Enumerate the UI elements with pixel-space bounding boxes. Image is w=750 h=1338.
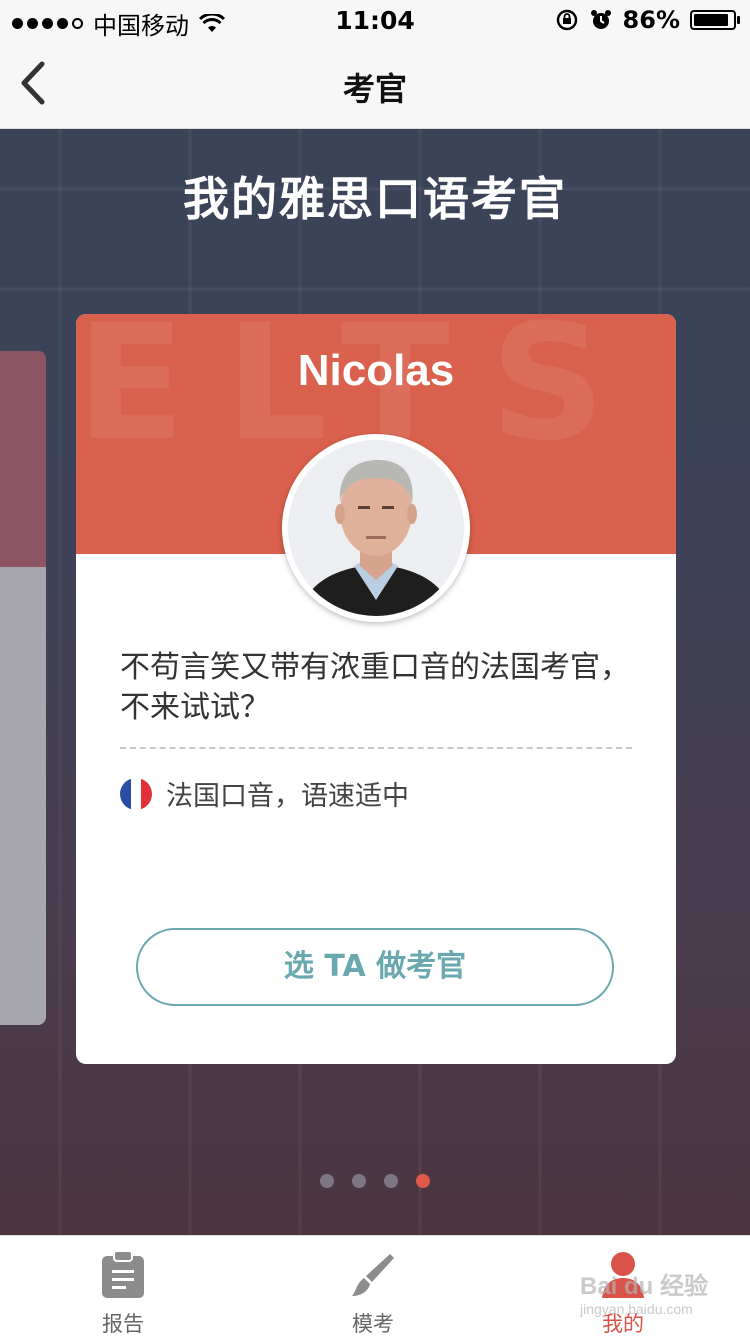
accent-info: 法国口音，语速适中 (120, 774, 409, 813)
navigation-bar: 考官 (0, 40, 750, 129)
previous-examiner-card[interactable] (0, 351, 46, 1025)
clipboard-icon (102, 1250, 144, 1298)
examiner-card: ELTS Nicolas 不苟言笑又带有浓重口音的法国考官，不来试试？ 法国口音… (76, 314, 676, 1064)
page-dot[interactable] (352, 1174, 366, 1188)
france-flag-icon (120, 777, 152, 810)
alarm-icon (590, 10, 611, 29)
examiner-name: Nicolas (297, 346, 455, 395)
examiner-photo (288, 440, 464, 616)
page-indicator (0, 1174, 750, 1188)
select-examiner-button[interactable]: 选 TA 做考官 (136, 928, 614, 1006)
examiner-description: 不苟言笑又带有浓重口音的法国考官，不来试试？ (120, 650, 630, 725)
tab-mock-exam[interactable]: 模考 (298, 1250, 448, 1338)
page-heading: 我的雅思口语考官 (183, 172, 567, 226)
page-dot-active[interactable] (416, 1174, 430, 1188)
status-bar: 中国移动 11:04 86% (0, 0, 750, 40)
rotation-lock-icon (556, 9, 577, 31)
watermark-brand: Bai du 经验 (579, 1273, 708, 1300)
nav-title: 考官 (342, 70, 407, 108)
watermark: Bai du 经验 jingyan.baidu.com (580, 1266, 708, 1317)
brush-icon (352, 1254, 394, 1296)
watermark-url: jingyan.baidu.com (579, 1301, 693, 1317)
status-right-group: 86% (555, 6, 740, 34)
battery-icon (690, 10, 740, 30)
accent-text: 法国口音，语速适中 (166, 781, 409, 812)
page-dot[interactable] (384, 1174, 398, 1188)
dashed-divider (120, 747, 632, 749)
tab-report[interactable]: 报告 (48, 1250, 198, 1338)
examiner-carousel-area: 我的雅思口语考官 ELTS Nicolas 不苟言笑又带有浓重口音的法国考官，不… (0, 129, 750, 1235)
tab-bar: 报告 模考 我的 Bai du 经验 jingyan.baidu.com (0, 1235, 750, 1338)
battery-percent: 86% (622, 6, 680, 34)
page-dot[interactable] (320, 1174, 334, 1188)
examiner-avatar (282, 434, 470, 622)
